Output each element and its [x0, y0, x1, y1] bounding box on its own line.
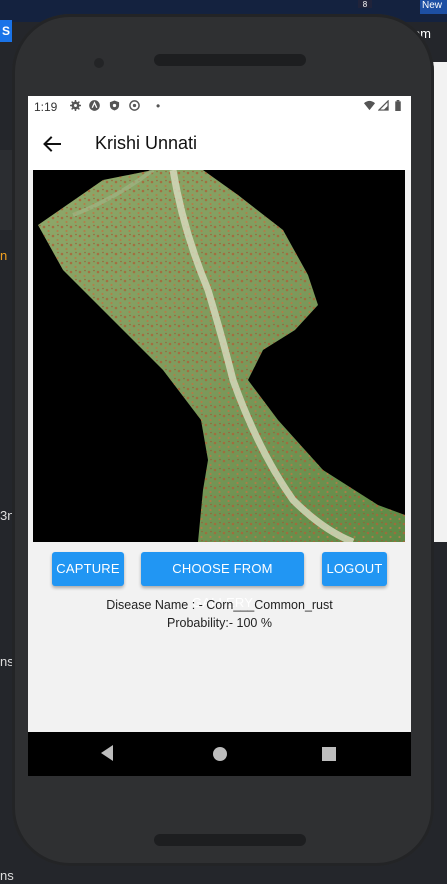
shield-icon	[109, 100, 120, 111]
background-text-3: ns	[0, 868, 14, 883]
s-app-icon: S	[0, 20, 12, 42]
bottom-speaker	[154, 834, 306, 846]
status-dot: •	[156, 99, 161, 113]
capture-button[interactable]: CAPTURE	[52, 552, 124, 586]
sync-icon	[129, 100, 140, 111]
app-icon-a	[89, 100, 100, 111]
status-time: 1:19	[34, 100, 58, 114]
leaf-photo	[33, 170, 405, 542]
top-speaker	[154, 54, 306, 66]
settings-icon	[70, 100, 81, 111]
signal-icon	[378, 100, 389, 111]
notification-badge: 8	[358, 0, 372, 9]
android-nav-bar	[28, 732, 411, 776]
arrow-back-icon[interactable]	[40, 132, 64, 156]
battery-icon	[395, 100, 401, 111]
choose-from-gallery-button[interactable]: CHOOSE FROM GALLERY	[141, 552, 304, 610]
nav-back-icon[interactable]	[100, 744, 114, 762]
probability-text: Probability:- 100 %	[167, 616, 272, 630]
wifi-icon	[364, 100, 375, 111]
nav-home-icon[interactable]	[212, 746, 228, 762]
disease-name-text: Disease Name : - Corn___Common_rust	[106, 598, 333, 612]
leaf-illustration	[38, 170, 405, 542]
phone-screen: 1:19 • Krishi Unnati CAPTURE CHOOSE FROM…	[28, 96, 411, 776]
logout-button[interactable]: LOGOUT	[322, 552, 387, 586]
app-bar: Krishi Unnati	[28, 118, 411, 170]
front-camera	[94, 58, 104, 68]
nav-recents-icon[interactable]	[322, 747, 336, 761]
new-badge: New	[420, 0, 447, 14]
status-bar: 1:19 •	[28, 96, 411, 118]
app-title: Krishi Unnati	[95, 133, 198, 153]
background-text-orange: n	[0, 248, 8, 263]
